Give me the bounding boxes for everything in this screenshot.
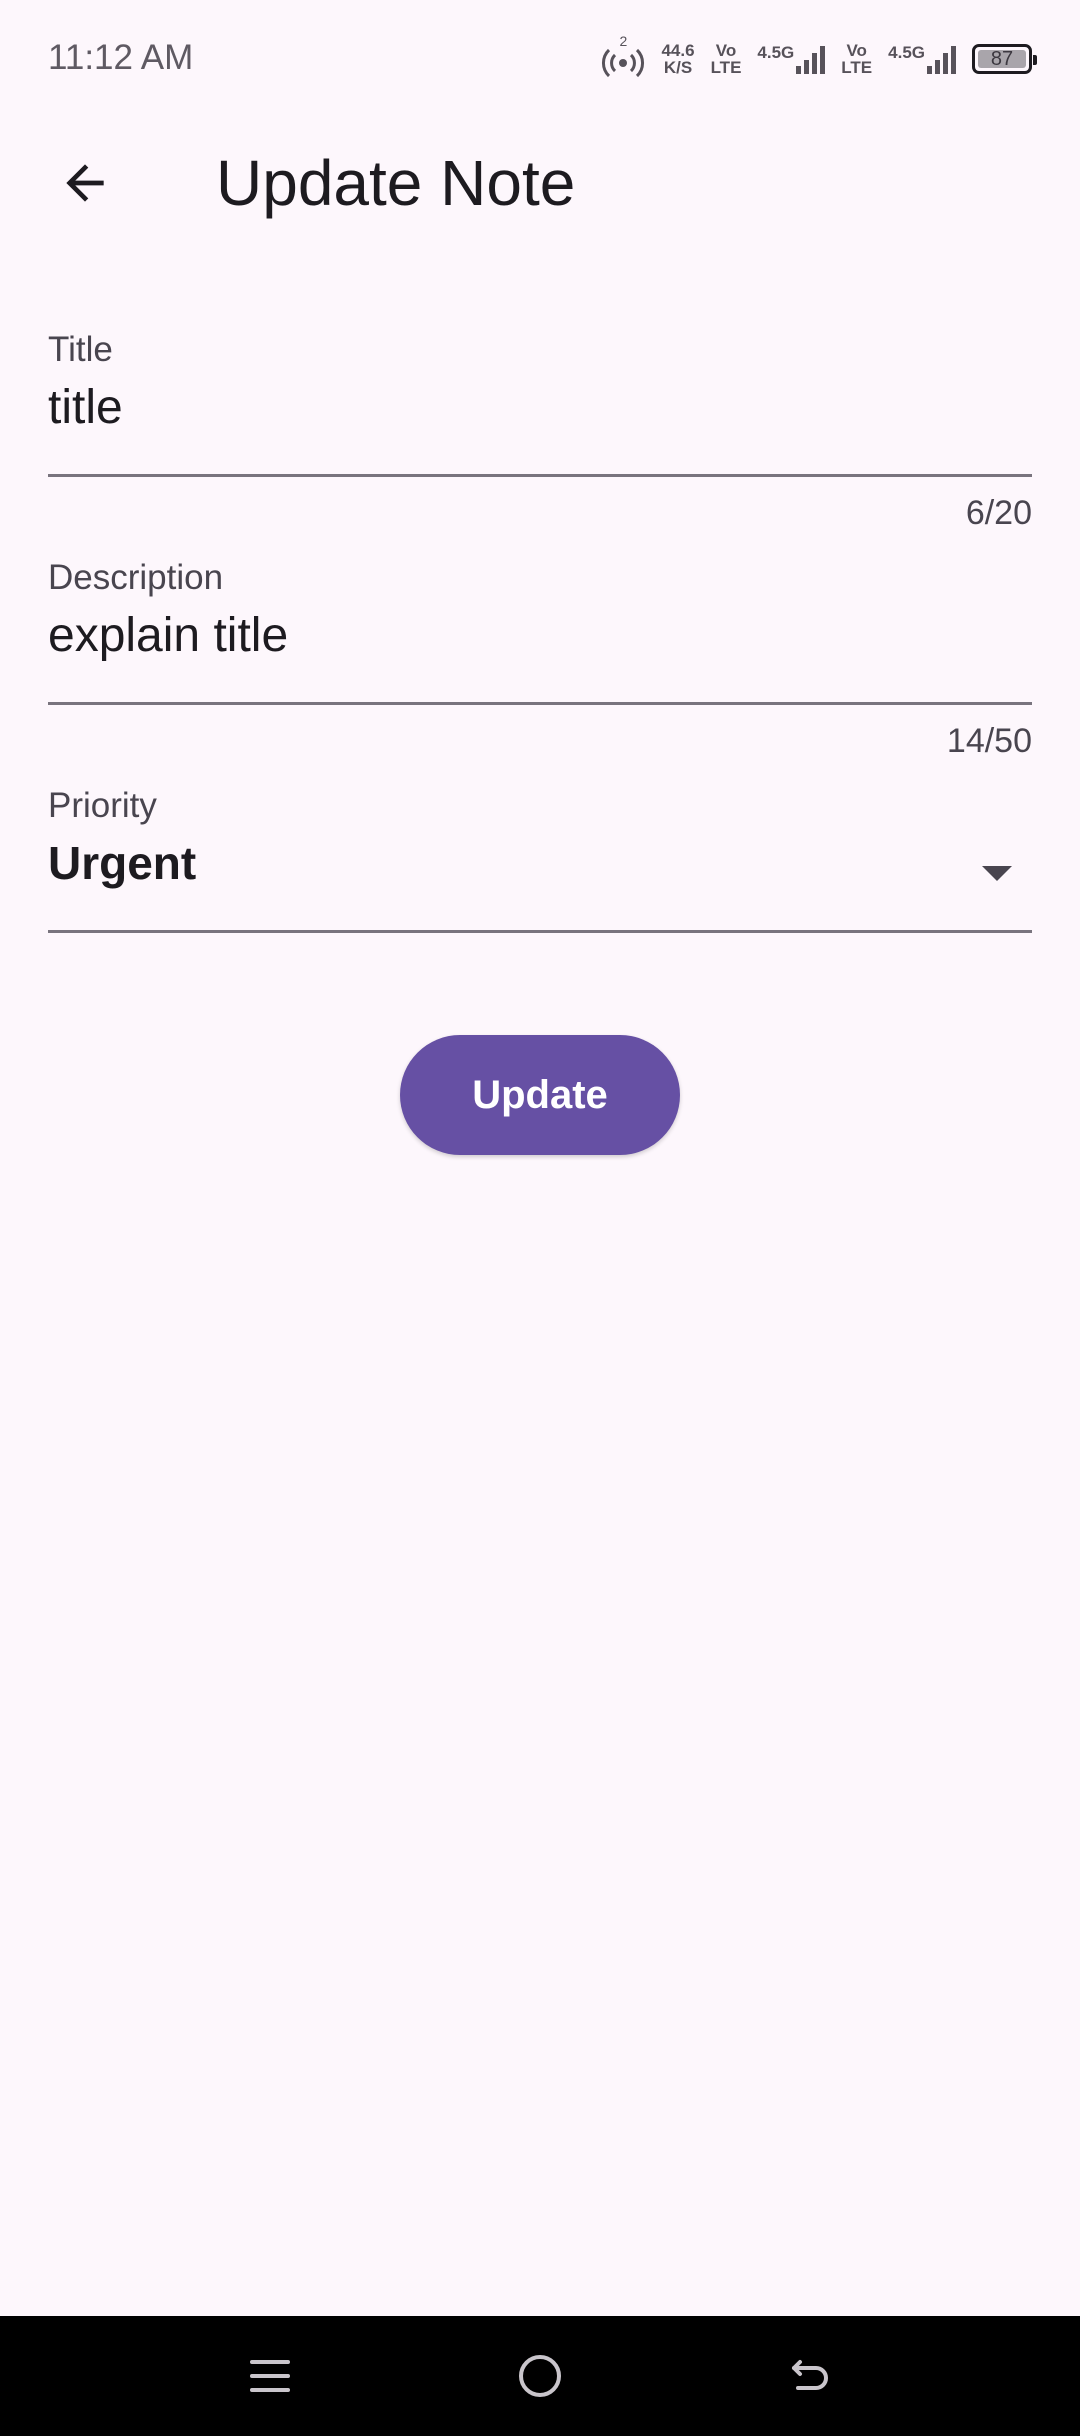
status-time: 11:12 AM (48, 38, 194, 77)
home-button[interactable] (505, 2341, 575, 2411)
menu-icon (250, 2360, 290, 2392)
sim1-volte: Vo LTE (711, 42, 742, 76)
title-field[interactable]: Title title 6/20 (48, 330, 1032, 540)
network-speed-value: 44.6 (661, 41, 695, 60)
battery-level: 87 (990, 47, 1014, 70)
screen: 11:12 AM 2 44.6 K/S Vo LTE 4.5G Vo LTE 4… (0, 0, 1080, 2436)
priority-field-label: Priority (48, 786, 157, 825)
title-input[interactable]: title (48, 380, 1032, 435)
sim2-signal: 4.5G (888, 44, 956, 74)
description-char-counter: 14/50 (946, 722, 1032, 760)
priority-dropdown[interactable]: Priority Urgent (48, 786, 1032, 936)
title-char-counter: 6/20 (965, 494, 1032, 532)
description-input[interactable]: explain title (48, 608, 1032, 663)
update-button[interactable]: Update (400, 1035, 680, 1155)
description-field[interactable]: Description explain title 14/50 (48, 558, 1032, 768)
battery-icon: 87 (972, 44, 1037, 74)
network-speed: 44.6 K/S (661, 42, 694, 76)
sim2-network-type: 4.5G (888, 43, 925, 62)
sim1-signal: 4.5G (757, 43, 826, 74)
status-icons: 2 44.6 K/S Vo LTE 4.5G Vo LTE 4.5G 87 (601, 33, 1037, 82)
home-icon (519, 2355, 561, 2397)
menu-button[interactable] (235, 2341, 305, 2411)
dropdown-arrow-icon[interactable] (982, 866, 1012, 881)
page-title: Update Note (216, 147, 576, 219)
network-speed-unit: K/S (663, 58, 693, 77)
sim1-network-type: 4.5G (757, 43, 795, 62)
hotspot-icon: 2 (601, 33, 645, 79)
back-button[interactable] (40, 138, 130, 228)
sim2-signal-bars-icon (927, 44, 956, 74)
status-bar: 11:12 AM 2 44.6 K/S Vo LTE 4.5G Vo LTE 4… (0, 0, 1080, 120)
sim1-volte-top: Vo (715, 41, 737, 60)
sim1-signal-bars-icon (796, 44, 826, 74)
system-back-button[interactable] (775, 2341, 845, 2411)
sim2-volte: Vo LTE (841, 42, 872, 76)
navigation-bar (0, 2316, 1080, 2436)
arrow-back-icon (66, 164, 104, 202)
title-underline (48, 474, 1032, 477)
back-icon (792, 2360, 828, 2390)
priority-underline (48, 930, 1032, 933)
hotspot-count: 2 (619, 33, 628, 49)
sim2-volte-bottom: LTE (841, 58, 873, 77)
priority-selected-value[interactable]: Urgent (48, 836, 1032, 890)
sim2-volte-top: Vo (846, 41, 867, 60)
sim1-volte-bottom: LTE (710, 58, 742, 77)
title-field-label: Title (48, 330, 113, 369)
description-field-label: Description (48, 558, 224, 597)
app-bar: Update Note (0, 120, 1080, 230)
description-underline (48, 702, 1032, 705)
